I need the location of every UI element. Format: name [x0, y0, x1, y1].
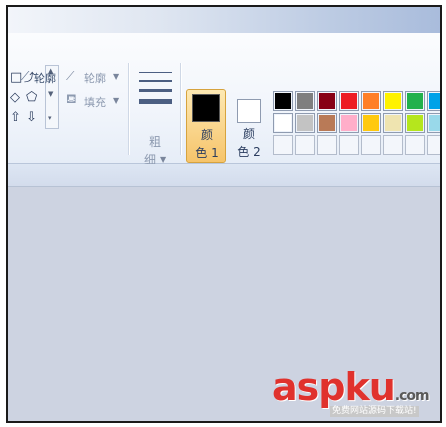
ribbon-bottom-bar	[8, 164, 440, 187]
palette-swatch[interactable]	[361, 113, 381, 133]
color1-label-1: 颜	[200, 128, 213, 142]
paint-window: □ ◇ ⬠ ⇧ ⇩ ⤴ ▲ ▼ ▾ ⟋ 轮廓 ⟋ 轮廓 ▼ ⛾ 填充 ▼ 形状	[6, 5, 442, 423]
palette-swatch[interactable]	[317, 91, 337, 111]
custom-color-slot[interactable]	[427, 135, 440, 155]
ribbon: □ ◇ ⬠ ⇧ ⇩ ⤴ ▲ ▼ ▾ ⟋ 轮廓 ⟋ 轮廓 ▼ ⛾ 填充 ▼ 形状	[8, 33, 440, 188]
palette-swatch[interactable]	[273, 113, 293, 133]
medium-line-icon	[139, 80, 172, 82]
chevron-down-icon[interactable]: ▼	[48, 90, 53, 98]
group-divider	[128, 63, 130, 155]
palette-swatch[interactable]	[405, 91, 425, 111]
dropdown-caret-icon: ▼	[113, 96, 120, 105]
color1-button[interactable]: 颜 色 1	[186, 89, 226, 163]
size-label-1: 粗	[149, 135, 162, 149]
custom-color-slot[interactable]	[273, 135, 293, 155]
palette-swatch[interactable]	[295, 113, 315, 133]
outline-button-1[interactable]: ⟋ 轮廓	[20, 69, 70, 87]
outline-icon: ⟋	[21, 69, 30, 83]
fill-label: 填充	[84, 96, 106, 109]
color2-label-2: 色 2	[237, 145, 261, 159]
color1-label-2: 色 1	[195, 146, 219, 160]
palette-swatch[interactable]	[383, 113, 403, 133]
outline-button-2[interactable]: ⟋ 轮廓 ▼	[66, 69, 128, 87]
custom-color-slot[interactable]	[383, 135, 403, 155]
thickest-line-icon	[139, 99, 172, 104]
custom-color-slot[interactable]	[295, 135, 315, 155]
custom-color-slot[interactable]	[405, 135, 425, 155]
color2-label-1: 颜	[242, 127, 255, 141]
custom-color-slot[interactable]	[339, 135, 359, 155]
palette-swatch[interactable]	[427, 113, 440, 133]
palette-swatch[interactable]	[405, 113, 425, 133]
dropdown-caret-icon: ▼	[160, 155, 167, 164]
color1-swatch	[192, 94, 220, 122]
fill-button[interactable]: ⛾ 填充 ▼	[66, 92, 128, 111]
color2-swatch	[237, 99, 261, 123]
thick-line-icon	[139, 89, 172, 92]
custom-color-slot[interactable]	[317, 135, 337, 155]
diamond-shape-icon[interactable]: ◇	[10, 90, 20, 106]
palette-swatch[interactable]	[339, 91, 359, 111]
palette-swatch[interactable]	[383, 91, 403, 111]
palette-swatch[interactable]	[317, 113, 337, 133]
expand-icon[interactable]: ▾	[48, 114, 52, 122]
size-button[interactable]: 粗 细 ▼	[136, 67, 178, 167]
pentagon-shape-icon[interactable]: ⬠	[26, 90, 37, 106]
brush-outline-icon: ⟋	[66, 69, 75, 83]
palette-swatch[interactable]	[361, 91, 381, 111]
color2-button[interactable]: 颜 色 2	[229, 89, 269, 163]
arrow-up-shape-icon[interactable]: ⇧	[10, 110, 21, 126]
outline-label: 轮廓	[34, 72, 56, 85]
title-bar	[8, 7, 440, 33]
watermark-tagline: 免费网站源码下载站!	[330, 406, 419, 417]
paint-bucket-icon: ⛾	[66, 92, 77, 107]
thin-line-icon	[139, 72, 172, 73]
custom-color-slot[interactable]	[361, 135, 381, 155]
outline-label-2: 轮廓	[84, 72, 106, 85]
palette-swatch[interactable]	[427, 91, 440, 111]
dropdown-caret-icon: ▼	[113, 72, 120, 81]
palette-swatch[interactable]	[339, 113, 359, 133]
arrow-down-shape-icon[interactable]: ⇩	[26, 110, 37, 126]
palette-swatch[interactable]	[273, 91, 293, 111]
aspku-watermark-logo: aspku.com 免费网站源码下载站!	[272, 366, 442, 417]
group-divider	[180, 63, 182, 155]
palette-swatch[interactable]	[295, 91, 315, 111]
